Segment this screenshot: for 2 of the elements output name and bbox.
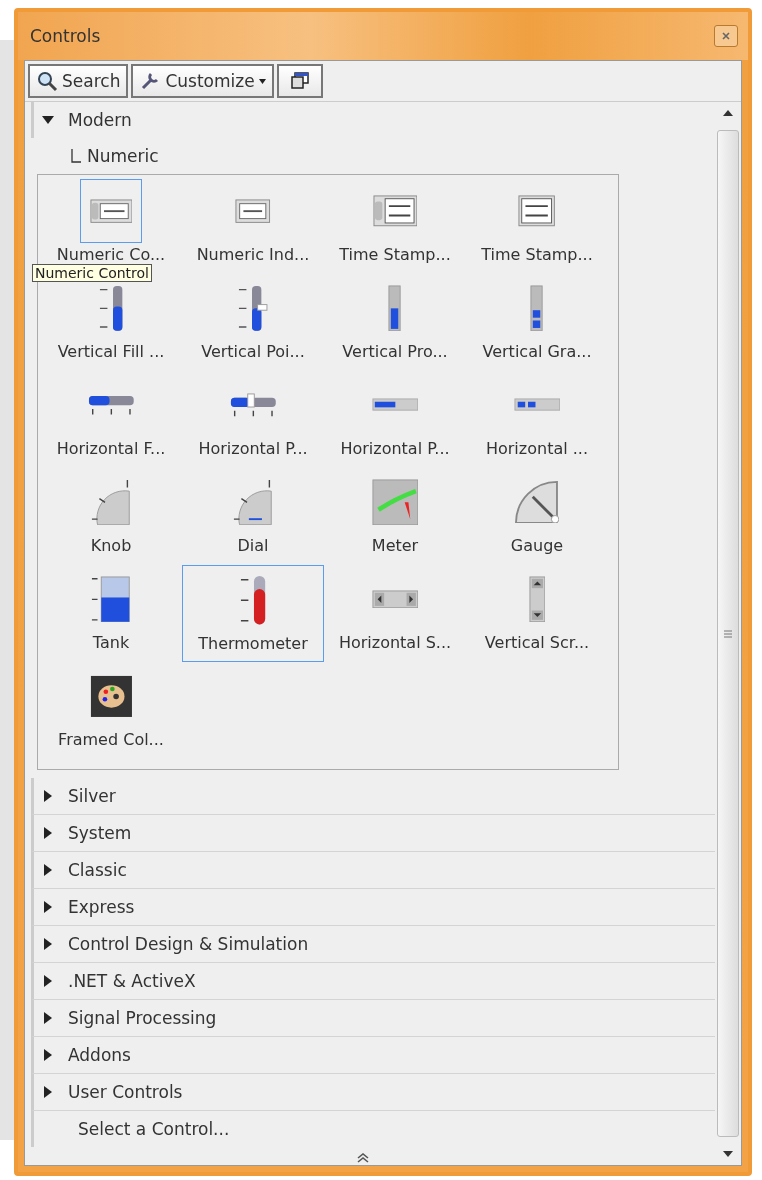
window-title: Controls [30,26,101,46]
tooltip: Numeric Control [32,264,152,282]
